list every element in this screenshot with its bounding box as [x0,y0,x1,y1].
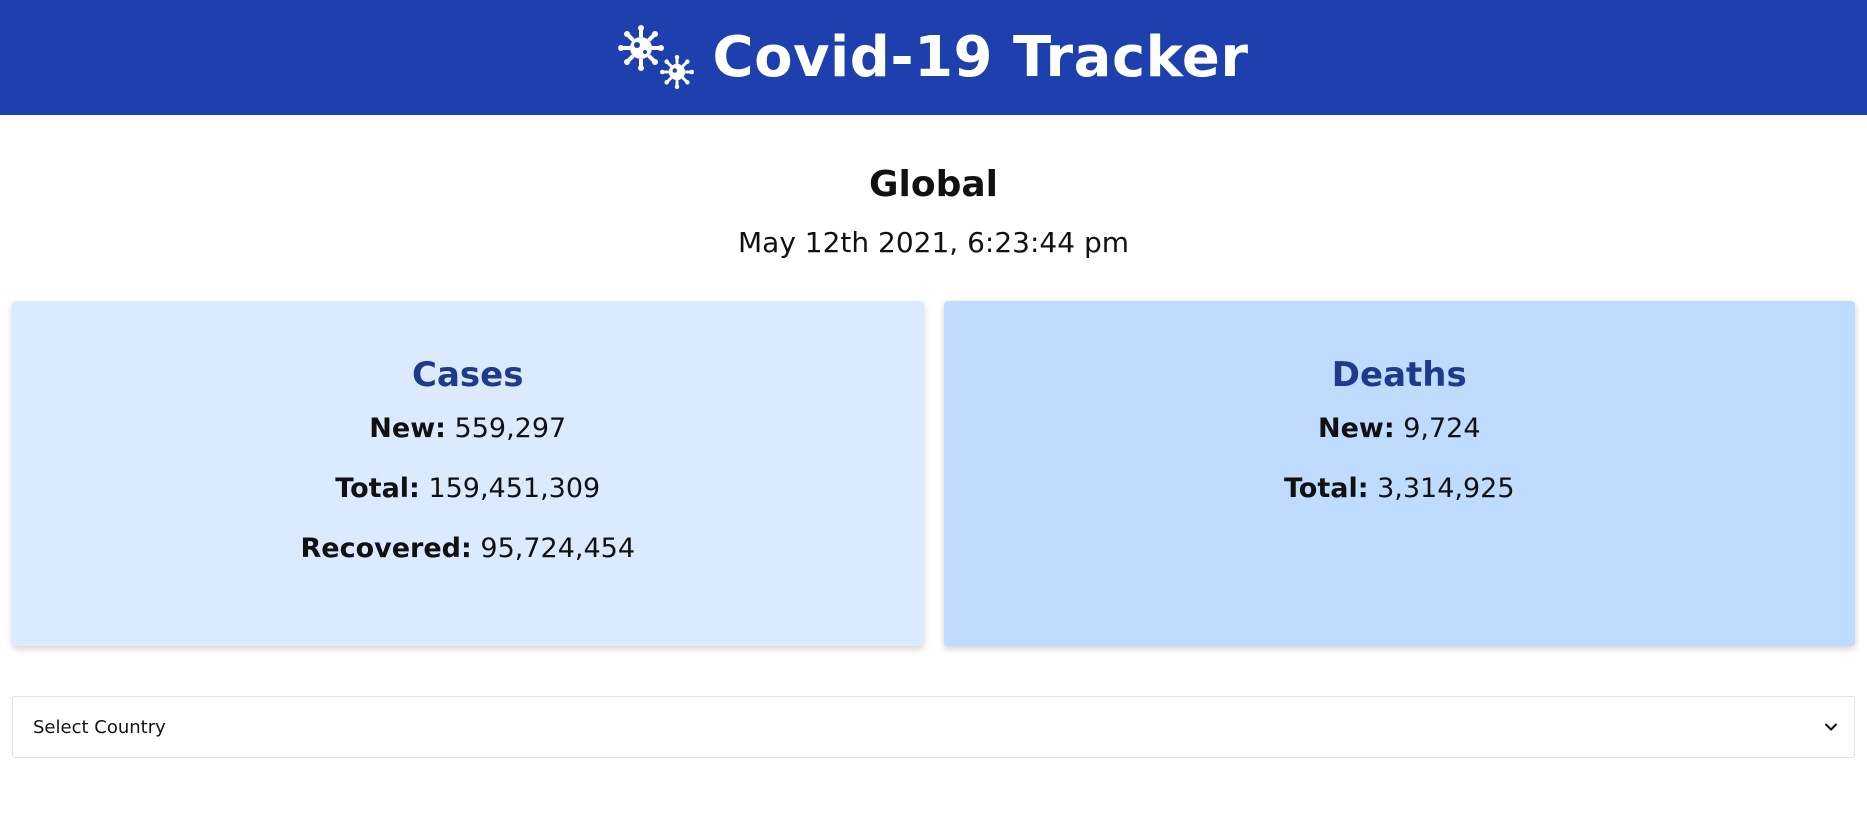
cases-recovered-stat: Recovered: 95,724,454 [12,533,924,565]
cases-total-label: Total: [335,473,420,504]
deaths-new-label: New: [1317,413,1395,444]
app-title: Covid-19 Tracker [712,25,1249,90]
deaths-total-stat: Total: 3,314,925 [944,473,1856,505]
region-title: Global [868,164,999,205]
cases-new-stat: New: 559,297 [12,413,924,445]
last-updated-timestamp: May 12th 2021, 6:23:44 pm [738,226,1129,259]
cases-recovered-value: 95,724,454 [480,533,635,564]
cases-total-stat: Total: 159,451,309 [12,473,924,505]
chevron-down-icon [1825,723,1837,731]
app-header: Covid-19 Tracker [0,0,1867,115]
deaths-card-title: Deaths [1331,355,1467,395]
cases-new-label: New: [369,413,446,444]
country-select[interactable]: Select Country [12,696,1855,758]
header-brand: Covid-19 Tracker [618,24,1249,91]
cases-recovered-label: Recovered: [300,533,472,564]
deaths-new-stat: New: 9,724 [944,413,1856,445]
country-select-value: Select Country [33,716,166,738]
cases-new-value: 559,297 [454,413,567,444]
deaths-card: Deaths New: 9,724 Total: 3,314,925 [943,301,1856,646]
cases-total-value: 159,451,309 [428,473,601,504]
cases-card-title: Cases [412,355,524,395]
stats-cards: Cases New: 559,297 Total: 159,451,309 Re… [0,301,1867,646]
deaths-new-value: 9,724 [1403,413,1481,444]
deaths-total-label: Total: [1283,473,1369,504]
cases-card: Cases New: 559,297 Total: 159,451,309 Re… [12,301,924,646]
virus-icon [618,24,695,91]
deaths-total-value: 3,314,925 [1377,473,1515,504]
